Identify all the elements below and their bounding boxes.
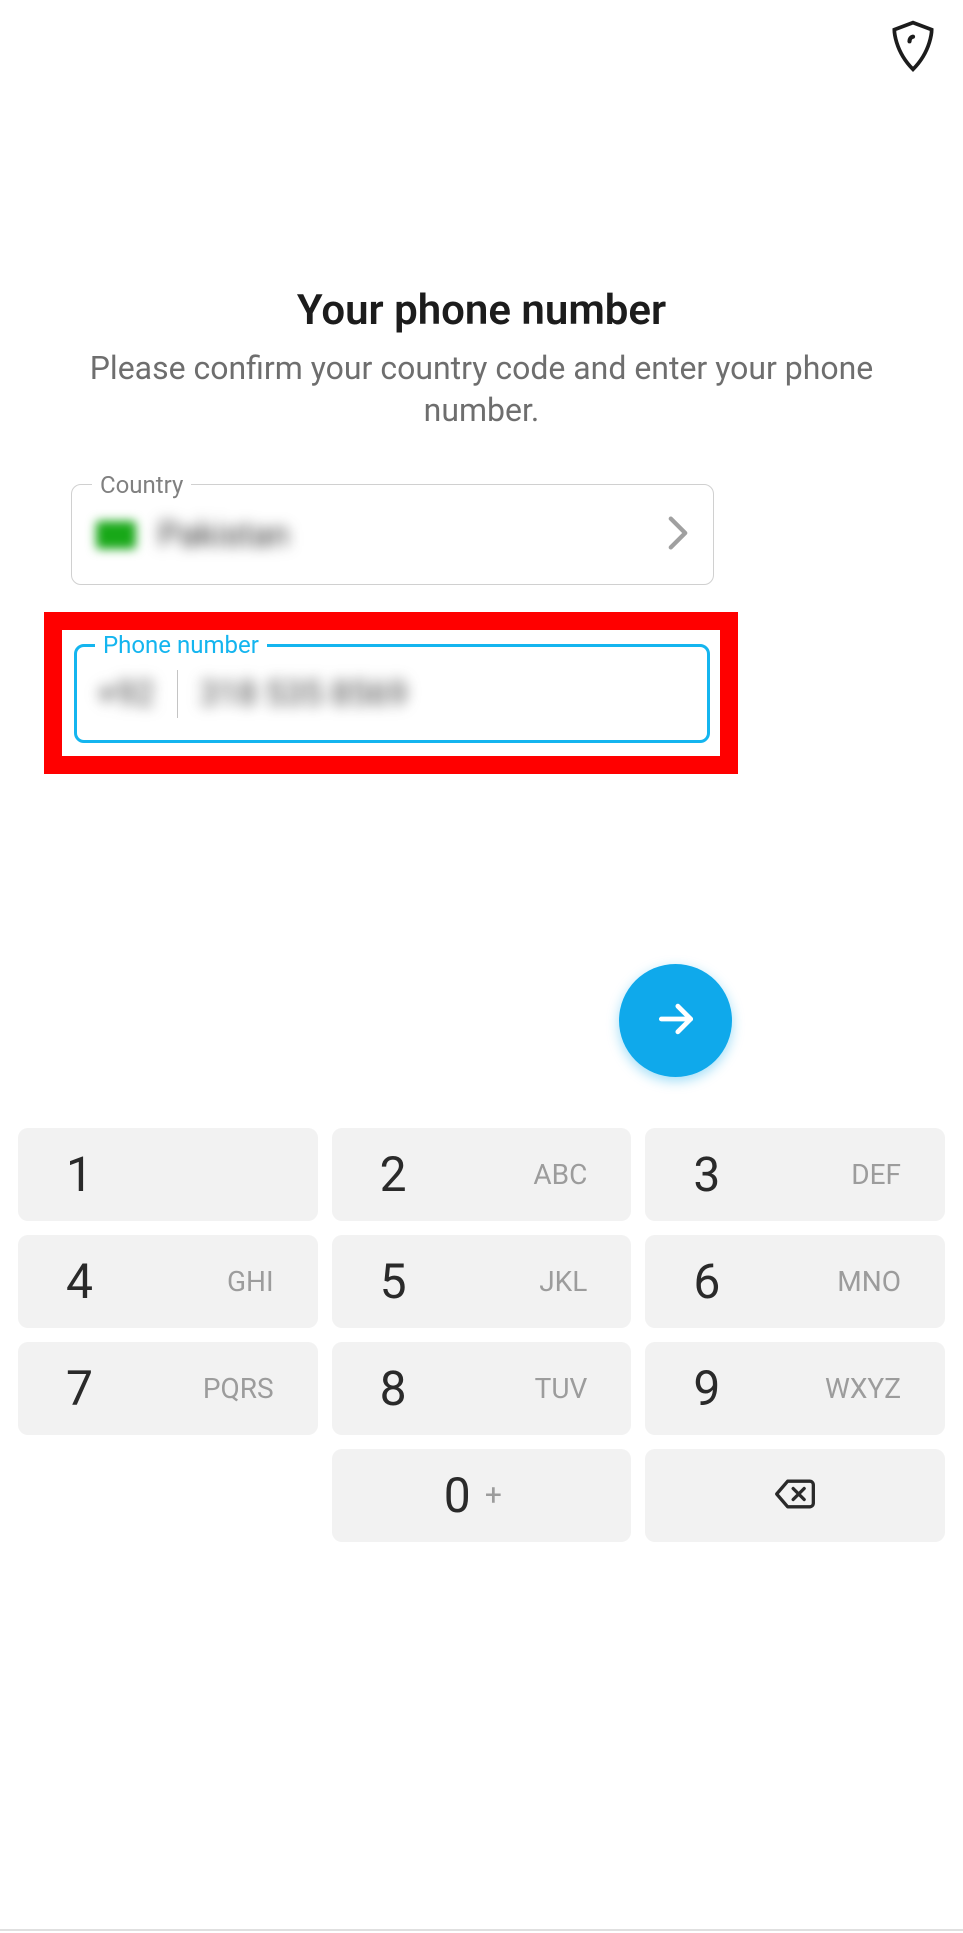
- country-label: Country: [92, 471, 191, 499]
- key-digit: 4: [66, 1253, 93, 1310]
- next-button[interactable]: [619, 964, 732, 1077]
- key-7[interactable]: 7 PQRS: [18, 1342, 318, 1435]
- key-2[interactable]: 2 ABC: [332, 1128, 632, 1221]
- backspace-icon: [773, 1472, 817, 1520]
- phone-number-value: 318 535 8569: [178, 674, 408, 714]
- key-digit: 8: [380, 1360, 407, 1417]
- key-letters: WXYZ: [825, 1372, 901, 1405]
- shield-icon[interactable]: [885, 59, 941, 78]
- key-8[interactable]: 8 TUV: [332, 1342, 632, 1435]
- phone-number-input[interactable]: Phone number +92 318 535 8569: [74, 644, 710, 743]
- key-empty: [18, 1449, 318, 1542]
- country-selector[interactable]: Country Pakistan: [71, 484, 714, 585]
- key-digit: 1: [66, 1146, 93, 1203]
- country-code-value: +92: [97, 674, 177, 714]
- key-digit: 7: [66, 1360, 93, 1417]
- key-6[interactable]: 6 MNO: [645, 1235, 945, 1328]
- key-digit: 5: [380, 1253, 407, 1310]
- key-digit: 9: [693, 1360, 720, 1417]
- key-0[interactable]: 0 +: [332, 1449, 632, 1542]
- page-title: Your phone number: [0, 286, 963, 335]
- key-letters: DEF: [851, 1158, 901, 1191]
- key-digit: 2: [380, 1146, 407, 1203]
- key-letters: ABC: [533, 1158, 587, 1191]
- arrow-right-icon: [654, 997, 698, 1045]
- chevron-right-icon: [667, 515, 689, 555]
- key-digit: 6: [693, 1253, 720, 1310]
- key-backspace[interactable]: [645, 1449, 945, 1542]
- key-1[interactable]: 1: [18, 1128, 318, 1221]
- key-letters: +: [485, 1478, 502, 1513]
- numeric-keypad: 1 2 ABC 3 DEF 4 GHI 5 JKL 6 MNO 7 PQRS 8…: [18, 1128, 945, 1542]
- key-3[interactable]: 3 DEF: [645, 1128, 945, 1221]
- key-9[interactable]: 9 WXYZ: [645, 1342, 945, 1435]
- key-digit: 3: [693, 1146, 720, 1203]
- bottom-divider: [0, 1929, 963, 1931]
- key-letters: MNO: [837, 1265, 901, 1298]
- key-letters: PQRS: [203, 1372, 274, 1405]
- key-letters: TUV: [535, 1372, 588, 1405]
- country-name: Pakistan: [158, 515, 667, 555]
- key-letters: GHI: [227, 1265, 274, 1298]
- key-letters: JKL: [539, 1265, 587, 1298]
- phone-label: Phone number: [95, 631, 267, 659]
- key-5[interactable]: 5 JKL: [332, 1235, 632, 1328]
- key-4[interactable]: 4 GHI: [18, 1235, 318, 1328]
- country-flag-icon: [96, 521, 136, 549]
- key-digit: 0: [444, 1467, 471, 1524]
- page-subtitle: Please confirm your country code and ent…: [0, 348, 963, 431]
